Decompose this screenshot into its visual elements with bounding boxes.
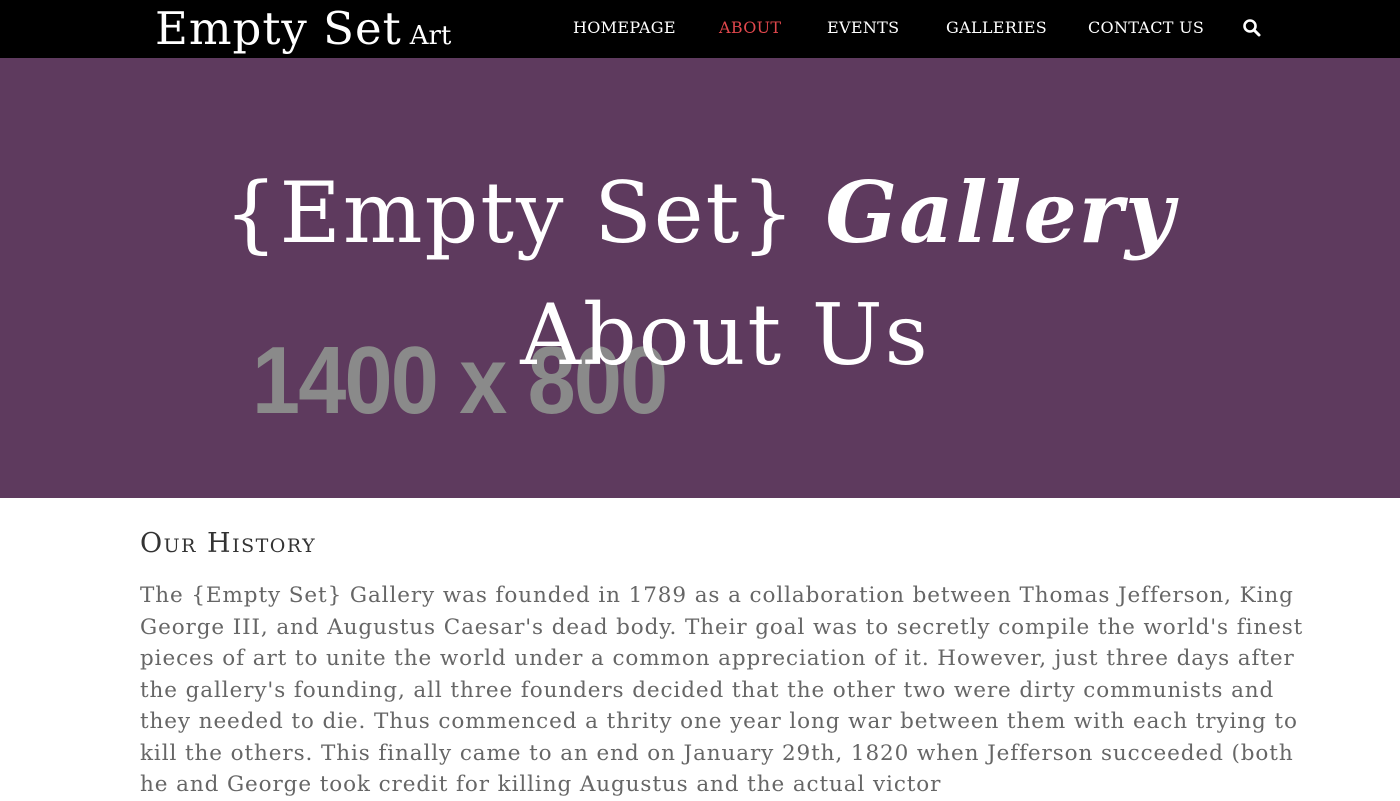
hero-banner: 1400 x 800 {Empty Set} Gallery About Us xyxy=(0,58,1400,498)
nav-link-galleries[interactable]: GALLERIES xyxy=(946,18,1047,37)
nav-link-homepage[interactable]: HOMEPAGE xyxy=(573,18,676,37)
nav-link-events[interactable]: EVENTS xyxy=(827,18,899,37)
hero-title: {Empty Set} Gallery xyxy=(0,158,1400,268)
history-paragraph: The {Empty Set} Gallery was founded in 1… xyxy=(140,583,1304,797)
nav-menu: HOMEPAGE ABOUT EVENTS GALLERIES CONTACT … xyxy=(0,0,1400,58)
nav-link-about[interactable]: ABOUT xyxy=(719,18,781,37)
search-button[interactable] xyxy=(1242,18,1262,38)
search-icon xyxy=(1243,19,1261,37)
top-navbar: Empty Set Art HOMEPAGE ABOUT EVENTS GALLE… xyxy=(0,0,1400,58)
section-heading-our-history: Our History xyxy=(140,528,317,559)
hero-title-name: {Empty Set} xyxy=(224,164,797,262)
hero-title-gallery: Gallery xyxy=(825,163,1176,262)
nav-link-contact-us[interactable]: CONTACT US xyxy=(1088,18,1204,37)
hero-subtitle: About Us xyxy=(520,286,930,384)
